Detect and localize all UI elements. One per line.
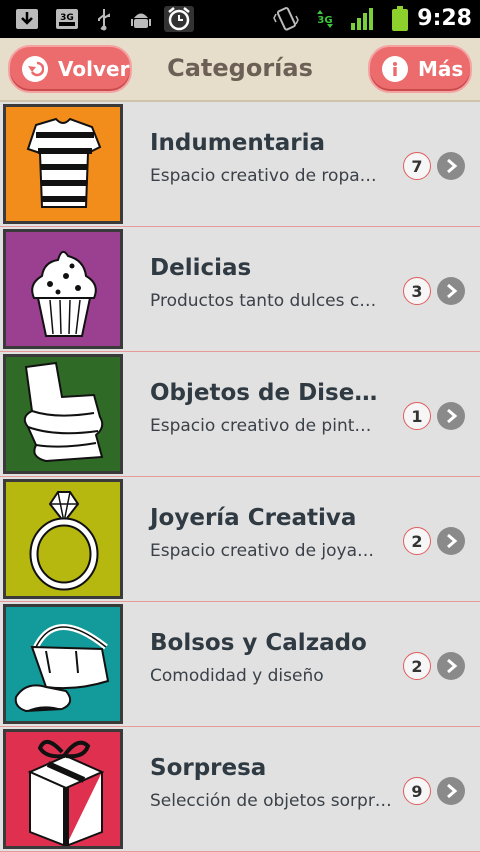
- chevron-right-icon[interactable]: [437, 277, 465, 305]
- category-description: Espacio creativo de pint…: [150, 416, 372, 436]
- vibrate-icon: [272, 6, 300, 32]
- category-row[interactable]: Sorpresa Selección de objetos sorpr… 9: [0, 727, 480, 852]
- more-button[interactable]: Más: [368, 45, 472, 93]
- category-row[interactable]: Indumentaria Espacio creativo de ropa… 7: [0, 102, 480, 227]
- status-bar: 3G 3G 9:28: [0, 0, 480, 38]
- category-title: Joyería Creativa: [150, 505, 357, 531]
- category-title: Indumentaria: [150, 130, 325, 156]
- chair-icon: [3, 354, 123, 474]
- more-button-label: Más: [418, 57, 464, 81]
- chevron-right-icon[interactable]: [437, 402, 465, 430]
- info-icon: [382, 56, 408, 82]
- chevron-right-icon[interactable]: [437, 152, 465, 180]
- item-count-badge: 7: [403, 152, 431, 180]
- category-title: Objetos de Dise…: [150, 380, 378, 406]
- category-row[interactable]: Objetos de Dise… Espacio creativo de pin…: [0, 352, 480, 477]
- category-row[interactable]: Joyería Creativa Espacio creativo de joy…: [0, 477, 480, 602]
- clock-time: 9:28: [417, 6, 472, 31]
- ring-icon: [3, 479, 123, 599]
- shirt-icon: [3, 104, 123, 224]
- chevron-right-icon[interactable]: [437, 777, 465, 805]
- category-title: Delicias: [150, 255, 252, 281]
- category-description: Espacio creativo de joya…: [150, 541, 375, 561]
- category-description: Productos tanto dulces c…: [150, 291, 377, 311]
- chevron-right-icon[interactable]: [437, 527, 465, 555]
- category-title: Bolsos y Calzado: [150, 630, 367, 656]
- gift-icon: [3, 729, 123, 849]
- category-list: Indumentaria Espacio creativo de ropa… 7…: [0, 102, 480, 852]
- app-header: Volver Categorías Más: [0, 38, 480, 102]
- android-debug-icon: [128, 6, 154, 32]
- category-description: Espacio creativo de ropa…: [150, 166, 377, 186]
- svg-text:3G: 3G: [317, 15, 332, 26]
- signal-strength-icon: [349, 6, 377, 32]
- alarm-clock-icon: [164, 6, 194, 32]
- battery-icon: [390, 6, 410, 32]
- download-icon: [14, 6, 40, 32]
- data-3g-icon: 3G: [313, 6, 337, 32]
- item-count-badge: 2: [403, 652, 431, 680]
- cupcake-icon: [3, 229, 123, 349]
- chevron-right-icon[interactable]: [437, 652, 465, 680]
- category-row[interactable]: Bolsos y Calzado Comodidad y diseño 2: [0, 602, 480, 727]
- category-row[interactable]: Delicias Productos tanto dulces c… 3: [0, 227, 480, 352]
- network-3g-icon: 3G: [54, 6, 80, 32]
- category-description: Comodidad y diseño: [150, 666, 324, 686]
- item-count-badge: 2: [403, 527, 431, 555]
- category-description: Selección de objetos sorpr…: [150, 791, 392, 811]
- item-count-badge: 9: [403, 777, 431, 805]
- item-count-badge: 1: [403, 402, 431, 430]
- bag-icon: [3, 604, 123, 724]
- category-title: Sorpresa: [150, 755, 267, 781]
- usb-icon: [92, 6, 116, 32]
- svg-text:3G: 3G: [60, 13, 74, 23]
- item-count-badge: 3: [403, 277, 431, 305]
